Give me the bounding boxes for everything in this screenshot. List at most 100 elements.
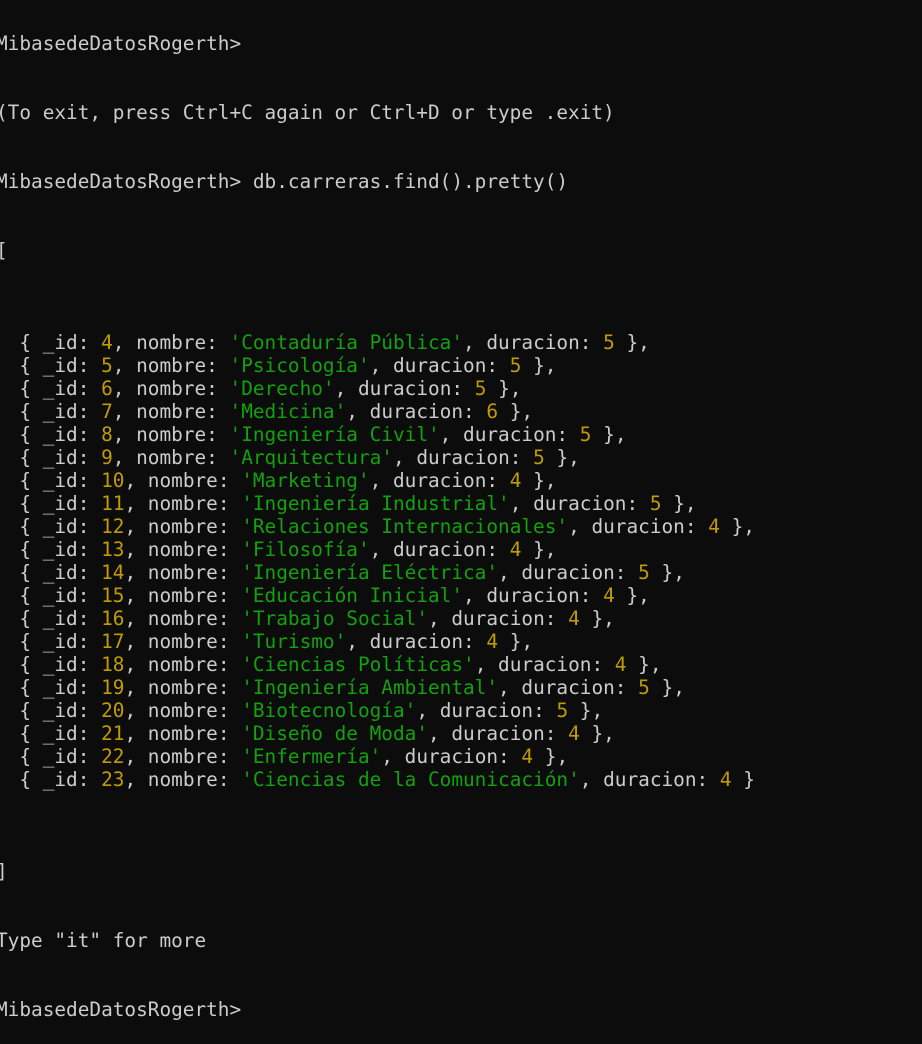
open-bracket-line: [ bbox=[0, 239, 922, 262]
record-close-brace: }, bbox=[486, 377, 522, 400]
record-separator: , bbox=[124, 492, 148, 515]
record-separator: , bbox=[124, 538, 148, 561]
record-id-key: _id: bbox=[42, 331, 102, 354]
record-nombre-key: nombre: bbox=[147, 768, 242, 791]
record-open-brace: { bbox=[0, 676, 43, 699]
record-nombre-value: 'Marketing' bbox=[241, 469, 370, 492]
record-close-brace: } bbox=[731, 768, 755, 791]
record-id-value: 16 bbox=[101, 607, 125, 630]
record-open-brace: { bbox=[0, 745, 43, 768]
record-nombre-value: 'Contaduría Pública' bbox=[229, 331, 464, 354]
record-duracion-value: 4 bbox=[719, 768, 732, 791]
record-open-brace: { bbox=[0, 768, 43, 791]
record-duracion-value: 4 bbox=[509, 538, 522, 561]
record-nombre-value: 'Filosofía' bbox=[241, 538, 370, 561]
record-separator: , bbox=[509, 492, 534, 515]
record-id-key: _id: bbox=[42, 768, 102, 791]
record-duracion-key: duracion: bbox=[451, 607, 569, 630]
record-id-value: 13 bbox=[101, 538, 125, 561]
record-separator: , bbox=[334, 377, 358, 400]
record-nombre-key: nombre: bbox=[136, 331, 230, 354]
record-nombre-key: nombre: bbox=[147, 492, 242, 515]
record-close-brace: }, bbox=[591, 423, 627, 446]
record-separator: , bbox=[124, 768, 148, 791]
record-separator: , bbox=[498, 561, 522, 584]
record-close-brace: }, bbox=[521, 469, 557, 492]
record-separator: , bbox=[392, 446, 417, 469]
record-nombre-key: nombre: bbox=[136, 377, 230, 400]
record-close-brace: }, bbox=[626, 653, 662, 676]
record-duracion-value: 4 bbox=[486, 630, 499, 653]
record-id-value: 5 bbox=[101, 354, 113, 377]
record-id-key: _id: bbox=[42, 377, 102, 400]
record-nombre-key: nombre: bbox=[147, 469, 242, 492]
record-open-brace: { bbox=[0, 584, 43, 607]
record-id-value: 9 bbox=[101, 446, 113, 469]
record-open-brace: { bbox=[0, 331, 43, 354]
record-id-value: 10 bbox=[101, 469, 125, 492]
record-close-brace: }, bbox=[719, 515, 755, 538]
record-duracion-key: duracion: bbox=[533, 492, 650, 515]
record-duracion-key: duracion: bbox=[392, 469, 510, 492]
record-separator: , bbox=[568, 515, 592, 538]
terminal-window[interactable]: MibasedeDatosRogerth> (To exit, press Ct… bbox=[0, 0, 922, 1021]
record-id-value: 23 bbox=[101, 768, 125, 791]
record-duracion-value: 4 bbox=[603, 584, 615, 607]
record-duracion-key: duracion: bbox=[521, 676, 639, 699]
record-line: { _id: 18, nombre: 'Ciencias Políticas',… bbox=[0, 653, 922, 676]
record-duracion-value: 4 bbox=[509, 469, 522, 492]
record-id-key: _id: bbox=[42, 699, 102, 722]
record-id-value: 7 bbox=[101, 400, 113, 423]
record-line: { _id: 8, nombre: 'Ingeniería Civil', du… bbox=[0, 423, 922, 446]
record-id-value: 17 bbox=[101, 630, 125, 653]
record-separator: , bbox=[112, 400, 137, 423]
record-separator: , bbox=[112, 446, 137, 469]
record-duracion-value: 5 bbox=[579, 423, 592, 446]
record-nombre-value: 'Ciencias Políticas' bbox=[241, 653, 475, 676]
record-open-brace: { bbox=[0, 492, 43, 515]
record-separator: , bbox=[416, 699, 440, 722]
record-nombre-value: 'Ingeniería Ambiental' bbox=[241, 676, 499, 699]
record-id-value: 14 bbox=[101, 561, 125, 584]
record-id-key: _id: bbox=[42, 446, 102, 469]
more-hint-line: Type "it" for more bbox=[0, 929, 922, 952]
record-nombre-key: nombre: bbox=[147, 607, 242, 630]
record-id-key: _id: bbox=[42, 676, 102, 699]
record-id-value: 15 bbox=[101, 584, 125, 607]
record-close-brace: }, bbox=[521, 354, 557, 377]
active-prompt-line[interactable]: MibasedeDatosRogerth> bbox=[0, 998, 922, 1021]
record-id-value: 8 bbox=[101, 423, 113, 446]
record-close-brace: }, bbox=[649, 561, 685, 584]
record-id-value: 4 bbox=[101, 331, 113, 354]
record-separator: , bbox=[124, 561, 148, 584]
record-open-brace: { bbox=[0, 446, 43, 469]
record-nombre-value: 'Educación Inicial' bbox=[241, 584, 464, 607]
record-duracion-value: 4 bbox=[614, 653, 627, 676]
record-separator: , bbox=[124, 722, 148, 745]
record-duracion-value: 5 bbox=[638, 561, 650, 584]
record-nombre-value: 'Ingeniería Industrial' bbox=[241, 492, 510, 515]
record-id-value: 6 bbox=[101, 377, 113, 400]
record-line: { _id: 12, nombre: 'Relaciones Internaci… bbox=[0, 515, 922, 538]
record-separator: , bbox=[112, 423, 137, 446]
record-separator: , bbox=[124, 653, 148, 676]
record-separator: , bbox=[112, 331, 137, 354]
record-duracion-key: duracion: bbox=[416, 446, 534, 469]
record-duracion-value: 4 bbox=[708, 515, 720, 538]
input-cursor[interactable] bbox=[241, 1000, 252, 1019]
record-close-brace: }, bbox=[614, 584, 650, 607]
record-duracion-value: 5 bbox=[603, 331, 615, 354]
record-nombre-key: nombre: bbox=[147, 699, 242, 722]
record-id-value: 11 bbox=[101, 492, 125, 515]
record-duracion-key: duracion: bbox=[392, 538, 510, 561]
record-nombre-value: 'Ciencias de la Comunicación' bbox=[241, 768, 580, 791]
record-nombre-key: nombre: bbox=[147, 584, 242, 607]
record-id-key: _id: bbox=[42, 423, 102, 446]
record-close-brace: }, bbox=[568, 699, 604, 722]
record-open-brace: { bbox=[0, 538, 43, 561]
record-nombre-value: 'Arquitectura' bbox=[229, 446, 393, 469]
record-line: { _id: 17, nombre: 'Turismo', duracion: … bbox=[0, 630, 922, 653]
record-close-brace: }, bbox=[498, 630, 534, 653]
record-id-key: _id: bbox=[42, 561, 102, 584]
record-id-key: _id: bbox=[42, 630, 102, 653]
